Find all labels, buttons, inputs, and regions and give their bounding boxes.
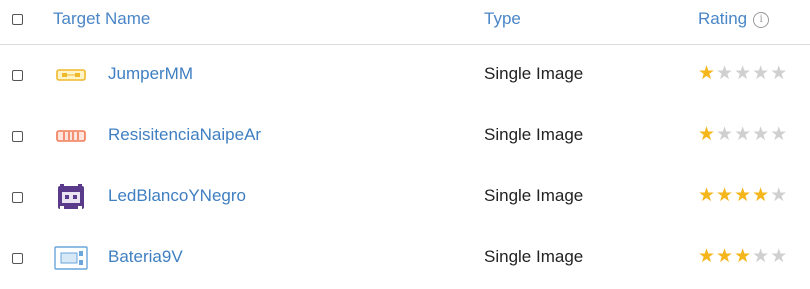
table-header: Target Name Type Rating i — [0, 0, 810, 45]
row-checkbox[interactable] — [12, 131, 23, 142]
star-empty-icon: ★ — [770, 246, 789, 267]
resistor-thumbnail-icon — [53, 122, 89, 150]
star-filled-icon: ★ — [716, 246, 735, 267]
target-name-link[interactable]: Bateria9V — [108, 247, 183, 267]
star-filled-icon: ★ — [698, 246, 717, 267]
star-filled-icon: ★ — [734, 246, 753, 267]
star-filled-icon: ★ — [734, 185, 753, 206]
target-name-link[interactable]: JumperMM — [108, 64, 193, 84]
star-empty-icon: ★ — [716, 124, 735, 145]
jumper-thumbnail-icon — [53, 61, 89, 89]
row-checkbox[interactable] — [12, 70, 23, 81]
star-filled-icon: ★ — [698, 124, 717, 145]
star-empty-icon: ★ — [770, 124, 789, 145]
rating-stars: ★★★★★ — [698, 247, 788, 266]
target-type: Single Image — [484, 186, 584, 205]
target-type: Single Image — [484, 125, 584, 144]
table-row[interactable]: LedBlancoYNegro Single Image ★★★★★ — [0, 167, 810, 228]
row-checkbox[interactable] — [12, 253, 23, 264]
led-thumbnail-icon — [53, 183, 89, 211]
rating-header-label: Rating — [698, 9, 748, 28]
target-type: Single Image — [484, 247, 584, 266]
rating-stars: ★★★★★ — [698, 64, 788, 83]
star-empty-icon: ★ — [734, 63, 753, 84]
table-row[interactable]: JumperMM Single Image ★★★★★ — [0, 45, 810, 106]
star-filled-icon: ★ — [752, 185, 771, 206]
column-header-type[interactable]: Type — [484, 9, 521, 29]
column-header-rating[interactable]: Rating i — [698, 9, 770, 29]
target-type: Single Image — [484, 64, 584, 83]
star-empty-icon: ★ — [770, 185, 789, 206]
info-icon[interactable]: i — [753, 12, 770, 28]
rating-stars: ★★★★★ — [698, 125, 788, 144]
rating-stars: ★★★★★ — [698, 186, 788, 205]
column-header-target-name[interactable]: Target Name — [53, 9, 150, 29]
star-empty-icon: ★ — [752, 246, 771, 267]
target-name-link[interactable]: ResisitenciaNaipeAr — [108, 125, 261, 145]
star-empty-icon: ★ — [752, 124, 771, 145]
star-filled-icon: ★ — [698, 63, 717, 84]
star-empty-icon: ★ — [734, 124, 753, 145]
select-all-checkbox[interactable] — [12, 14, 23, 25]
row-checkbox[interactable] — [12, 192, 23, 203]
table-row[interactable]: Bateria9V Single Image ★★★★★ — [0, 228, 810, 289]
table-row[interactable]: ResisitenciaNaipeAr Single Image ★★★★★ — [0, 106, 810, 167]
target-name-link[interactable]: LedBlancoYNegro — [108, 186, 246, 206]
star-filled-icon: ★ — [716, 185, 735, 206]
battery-thumbnail-icon — [53, 244, 89, 272]
star-filled-icon: ★ — [698, 185, 717, 206]
star-empty-icon: ★ — [752, 63, 771, 84]
star-empty-icon: ★ — [770, 63, 789, 84]
star-empty-icon: ★ — [716, 63, 735, 84]
